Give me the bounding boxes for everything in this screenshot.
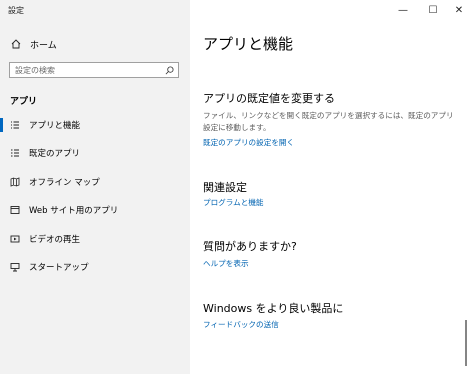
related-settings-heading: 関連設定 xyxy=(203,181,247,194)
sidebar-item-label: Web サイト用のアプリ xyxy=(29,206,119,216)
get-help-link[interactable]: ヘルプを表示 xyxy=(203,258,249,269)
search-icon[interactable] xyxy=(165,65,174,75)
search-input[interactable]: 設定の検索 xyxy=(9,62,179,78)
page-title: アプリと機能 xyxy=(203,35,294,53)
list-icon xyxy=(11,121,19,129)
web-app-icon xyxy=(10,206,20,214)
default-apps-heading: アプリの既定値を変更する xyxy=(203,92,335,105)
home-label: ホーム xyxy=(30,40,57,51)
startup-icon xyxy=(10,263,20,272)
home-nav[interactable]: ホーム xyxy=(11,37,57,51)
home-icon xyxy=(11,39,21,49)
sidebar-item-default-apps[interactable]: 既定のアプリ xyxy=(0,143,190,163)
sidebar-item-offline-maps[interactable]: オフライン マップ xyxy=(0,172,190,192)
close-button[interactable]: ✕ xyxy=(446,0,472,20)
sidebar-item-label: ビデオの再生 xyxy=(29,235,81,245)
scrollbar[interactable] xyxy=(465,320,467,366)
section-header: アプリ xyxy=(10,97,38,107)
default-apps-description: ファイル、リンクなどを開く既定のアプリを選択するには、既定のアプリ設定に移動しま… xyxy=(203,111,454,132)
sidebar-item-label: 既定のアプリ xyxy=(29,149,81,159)
send-feedback-link[interactable]: フィードバックの送信 xyxy=(203,319,279,330)
sidebar-item-web-apps[interactable]: Web サイト用のアプリ xyxy=(0,200,190,220)
maximize-button[interactable]: ☐ xyxy=(420,0,446,20)
sidebar-item-label: スタートアップ xyxy=(29,263,89,273)
default-apps-settings-link[interactable]: 既定のアプリの設定を開く xyxy=(203,137,294,148)
main-content: — ☐ ✕ アプリと機能 アプリの既定値を変更する ファイル、リンクなどを開く既… xyxy=(190,0,474,374)
search-placeholder: 設定の検索 xyxy=(15,65,55,75)
programs-features-link[interactable]: プログラムと機能 xyxy=(203,197,264,208)
sidebar-item-label: アプリと機能 xyxy=(29,121,81,131)
window-title: 設定 xyxy=(8,6,24,15)
minimize-button[interactable]: — xyxy=(390,0,416,20)
questions-heading: 質問がありますか? xyxy=(203,240,297,253)
sidebar-item-apps-features[interactable]: アプリと機能 xyxy=(0,115,190,135)
sidebar-item-label: オフライン マップ xyxy=(29,178,100,188)
feedback-heading: Windows をより良い製品に xyxy=(203,302,344,315)
map-icon xyxy=(10,177,20,187)
sidebar-item-startup[interactable]: スタートアップ xyxy=(0,257,190,277)
video-icon xyxy=(10,235,20,243)
sidebar-item-video-playback[interactable]: ビデオの再生 xyxy=(0,229,190,249)
default-apps-icon xyxy=(11,149,19,157)
sidebar: 設定 ホーム 設定の検索 アプリ アプリと機能 既定のアプリ オフライン マップ xyxy=(0,0,190,374)
